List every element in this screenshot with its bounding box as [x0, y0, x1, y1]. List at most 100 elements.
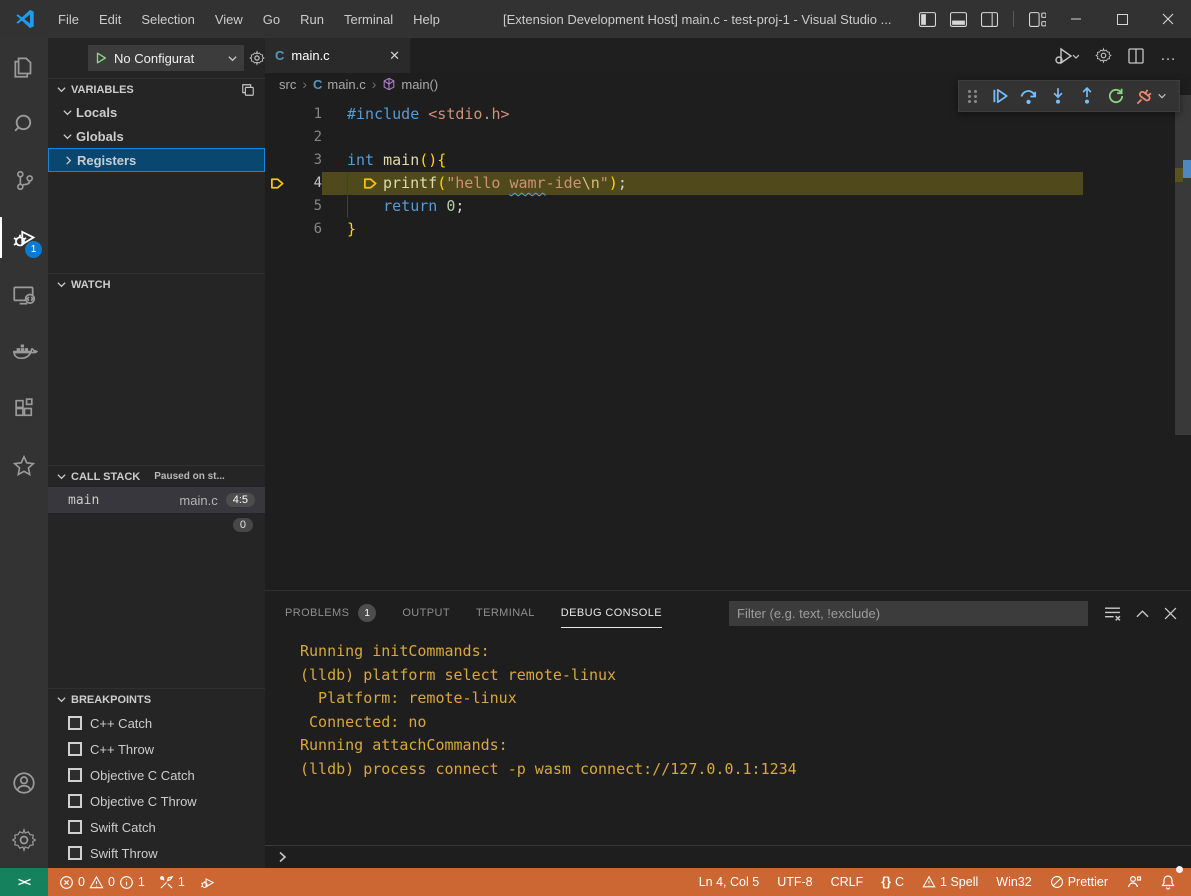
search-icon[interactable] — [0, 95, 48, 152]
breadcrumb-folder[interactable]: src — [279, 77, 296, 92]
run-or-debug-icon[interactable] — [1053, 47, 1079, 65]
launch-config-dropdown[interactable]: No Configurat — [88, 45, 244, 71]
code-line[interactable]: 2 — [265, 126, 1191, 149]
glyph-margin[interactable] — [265, 149, 290, 172]
debug-console-output[interactable]: Running initCommands:(lldb) platform sel… — [265, 635, 1191, 781]
toggle-secondary-sidebar-icon[interactable] — [981, 12, 998, 27]
line-number[interactable]: 3 — [290, 149, 322, 172]
breakpoint-row[interactable]: Objective C Throw — [48, 788, 265, 814]
close-panel-icon[interactable] — [1164, 607, 1177, 620]
checkbox-unchecked[interactable] — [68, 716, 82, 730]
editor-scrollbar[interactable] — [1175, 95, 1191, 435]
notifications-bell-icon[interactable] — [1155, 868, 1181, 896]
checkbox-unchecked[interactable] — [68, 846, 82, 860]
code-line[interactable]: 3int main(){ — [265, 149, 1191, 172]
breakpoint-row[interactable]: Swift Catch — [48, 814, 265, 840]
minimize-button[interactable] — [1053, 0, 1099, 38]
checkbox-unchecked[interactable] — [68, 742, 82, 756]
tab-problems[interactable]: PROBLEMS 1 — [285, 598, 376, 628]
menu-file[interactable]: File — [48, 0, 89, 38]
close-window-button[interactable] — [1145, 0, 1191, 38]
menu-view[interactable]: View — [205, 0, 253, 38]
source-control-icon[interactable] — [0, 152, 48, 209]
breakpoint-row[interactable]: C++ Throw — [48, 736, 265, 762]
run-and-debug-icon[interactable]: 1 — [0, 209, 48, 266]
start-debug-icon[interactable] — [94, 51, 108, 65]
menu-terminal[interactable]: Terminal — [334, 0, 403, 38]
call-stack-header[interactable]: CALL STACK Paused on st... — [48, 465, 265, 487]
debug-console-input[interactable] — [265, 845, 1191, 868]
toggle-panel-icon[interactable] — [950, 12, 967, 27]
line-number[interactable]: 1 — [290, 103, 322, 126]
remote-explorer-icon[interactable] — [0, 266, 48, 323]
continue-icon[interactable] — [985, 82, 1014, 110]
checkbox-unchecked[interactable] — [68, 794, 82, 808]
console-filter-input[interactable] — [729, 601, 1088, 626]
checkbox-unchecked[interactable] — [68, 820, 82, 834]
maximize-panel-icon[interactable] — [1136, 609, 1149, 618]
remote-indicator[interactable]: >< — [0, 868, 48, 896]
breakpoint-row[interactable]: Swift Throw — [48, 840, 265, 866]
maximize-button[interactable] — [1099, 0, 1145, 38]
menu-help[interactable]: Help — [403, 0, 450, 38]
close-tab-icon[interactable]: ✕ — [389, 48, 400, 64]
chevron-down-icon[interactable] — [1157, 91, 1167, 101]
more-actions-icon[interactable]: … — [1160, 47, 1177, 65]
breadcrumb-file[interactable]: Cmain.c — [313, 77, 366, 92]
problems-status[interactable]: 0 0 1 — [54, 868, 150, 896]
language-mode[interactable]: {} C — [876, 868, 909, 896]
forwarded-ports-status[interactable]: 1 — [154, 868, 190, 896]
encoding[interactable]: UTF-8 — [772, 868, 817, 896]
variables-item-globals[interactable]: Globals — [48, 124, 265, 148]
favorites-star-icon[interactable] — [0, 437, 48, 494]
customize-layout-icon[interactable] — [1029, 12, 1046, 27]
step-out-icon[interactable] — [1072, 82, 1101, 110]
accounts-icon[interactable] — [0, 754, 48, 811]
menu-selection[interactable]: Selection — [131, 0, 204, 38]
spell-checker-status[interactable]: 1 Spell — [917, 868, 983, 896]
variables-item-locals[interactable]: Locals — [48, 100, 265, 124]
cursor-position[interactable]: Ln 4, Col 5 — [694, 868, 764, 896]
drag-handle-icon[interactable] — [968, 90, 978, 103]
code-line[interactable]: 4printf("hello wamr-ide\n"); — [265, 172, 1191, 195]
glyph-margin[interactable] — [265, 195, 290, 218]
restart-icon[interactable] — [1101, 82, 1130, 110]
breadcrumb-symbol[interactable]: main() — [382, 77, 438, 92]
disconnect-icon[interactable] — [1130, 82, 1159, 110]
line-number[interactable]: 4 — [290, 172, 322, 195]
code-line[interactable]: 5 return 0; — [265, 195, 1191, 218]
line-number[interactable]: 2 — [290, 126, 322, 149]
menu-go[interactable]: Go — [253, 0, 290, 38]
tab-debug-console[interactable]: DEBUG CONSOLE — [561, 598, 662, 628]
breakpoints-header[interactable]: BREAKPOINTS — [48, 688, 265, 710]
tab-terminal[interactable]: TERMINAL — [476, 598, 535, 628]
glyph-margin[interactable] — [265, 103, 290, 126]
breakpoint-row[interactable]: Objective C Catch — [48, 762, 265, 788]
glyph-margin[interactable] — [265, 126, 290, 149]
variables-header[interactable]: VARIABLES — [48, 78, 265, 100]
tab-main-c[interactable]: C main.c ✕ — [265, 38, 410, 73]
step-over-icon[interactable] — [1014, 82, 1043, 110]
platform-target[interactable]: Win32 — [991, 868, 1036, 896]
toggle-sidebar-icon[interactable] — [919, 12, 936, 27]
explorer-icon[interactable] — [0, 38, 48, 95]
split-editor-icon[interactable] — [1128, 48, 1144, 64]
stack-frame-row[interactable]: main main.c 4:5 — [48, 487, 265, 513]
formatter-status[interactable]: Prettier — [1045, 868, 1113, 896]
breakpoint-row[interactable]: C++ Catch — [48, 710, 265, 736]
launch-json-gear-icon[interactable] — [249, 50, 265, 66]
feedback-person-icon[interactable] — [1121, 868, 1147, 896]
debug-status-icon[interactable] — [194, 868, 221, 896]
docker-icon[interactable] — [0, 323, 48, 380]
gear-icon[interactable] — [1095, 47, 1112, 64]
watch-header[interactable]: WATCH — [48, 273, 265, 295]
step-into-icon[interactable] — [1043, 82, 1072, 110]
current-line-arrow-icon[interactable] — [265, 172, 290, 195]
checkbox-unchecked[interactable] — [68, 768, 82, 782]
clear-console-icon[interactable] — [1104, 606, 1121, 621]
glyph-margin[interactable] — [265, 218, 290, 241]
code-editor[interactable]: 1#include <stdio.h>23int main(){4printf(… — [265, 95, 1191, 590]
variables-item-registers[interactable]: Registers — [48, 148, 265, 172]
eol-indicator[interactable]: CRLF — [826, 868, 869, 896]
extensions-icon[interactable] — [0, 380, 48, 437]
